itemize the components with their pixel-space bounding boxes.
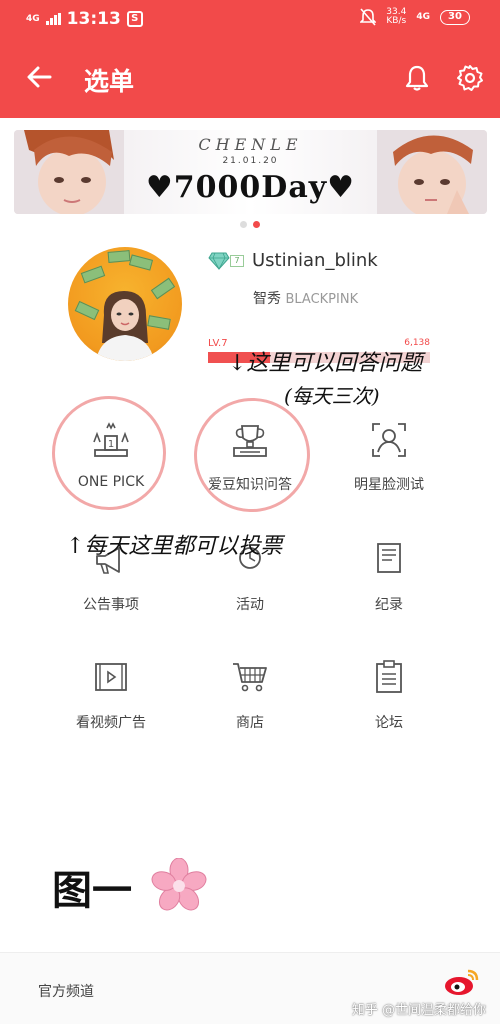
carousel-dot-active[interactable] (253, 221, 260, 228)
notification-icon: S (126, 11, 143, 27)
app-bar: 选单 (0, 38, 500, 118)
mute-icon (360, 8, 377, 26)
video-icon (95, 663, 127, 691)
face-test-label: 明星脸测试 (354, 477, 424, 493)
back-arrow-icon[interactable] (24, 62, 54, 92)
status-bar: 4G 13:13 S 33.4 KB/s 4G 30 (0, 0, 500, 38)
annotation-circle-quiz (186, 390, 318, 520)
weibo-icon (445, 969, 479, 995)
clipboard-icon (376, 660, 402, 693)
official-channel-link[interactable]: 官方频道 (38, 981, 94, 1001)
battery-icon: 30 (440, 9, 470, 25)
forum-button[interactable]: 论坛 (306, 658, 472, 732)
face-scan-icon (372, 423, 406, 457)
schedule-button[interactable]: 纪录 (306, 540, 472, 614)
promo-banner[interactable]: CHENLE 21.01.20 ♥7000Day♥ (14, 130, 487, 214)
signal-icon (45, 13, 61, 25)
annotation-circle-one-pick (44, 388, 174, 518)
network-type: 4G (26, 13, 40, 24)
carousel-dot[interactable] (240, 221, 247, 228)
sakura-icon (151, 858, 207, 911)
banner-date: 21.01.20 (222, 156, 279, 166)
avatar-photo (96, 291, 154, 361)
gem-level-badge: 7 (230, 255, 244, 267)
avatar[interactable] (68, 247, 182, 361)
banner-brand: CHENLE (198, 135, 303, 154)
clock: 13:13 (66, 9, 121, 29)
gear-icon[interactable] (456, 64, 484, 92)
source-watermark: 知乎 @世间温柔都给你 (351, 1003, 486, 1018)
forum-label: 论坛 (375, 715, 403, 731)
bell-icon[interactable] (404, 64, 430, 92)
vote-annotation: ↑每天这里都可以投票 (66, 534, 283, 559)
member-name: 智秀 (253, 291, 281, 307)
banner-headline: ♥7000Day♥ (145, 170, 356, 205)
book-icon (377, 543, 401, 573)
username: Ustinian_blink (252, 250, 378, 271)
figure-caption: 图一 (52, 867, 132, 914)
quiz-annotation-line2: (每天三次) (284, 384, 380, 408)
cart-icon (233, 663, 267, 692)
diamond-icon (208, 252, 230, 270)
network-type-right: 4G (416, 11, 430, 22)
carousel-indicator (0, 221, 500, 228)
face-test-button[interactable]: 明星脸测试 (306, 420, 472, 494)
footer-bar: 官方频道 知乎 @世间温柔都给你 (0, 952, 500, 1024)
level-label: LV.7 (208, 338, 228, 349)
page-title: 选单 (84, 67, 135, 96)
group-name: BLACKPINK (285, 292, 359, 307)
quiz-annotation-line1: ↓这里可以回答问题 (228, 351, 423, 376)
network-speed: 33.4 KB/s (386, 7, 407, 26)
schedule-label: 纪录 (375, 597, 403, 613)
bias-info: 智秀 BLACKPINK (253, 288, 358, 308)
